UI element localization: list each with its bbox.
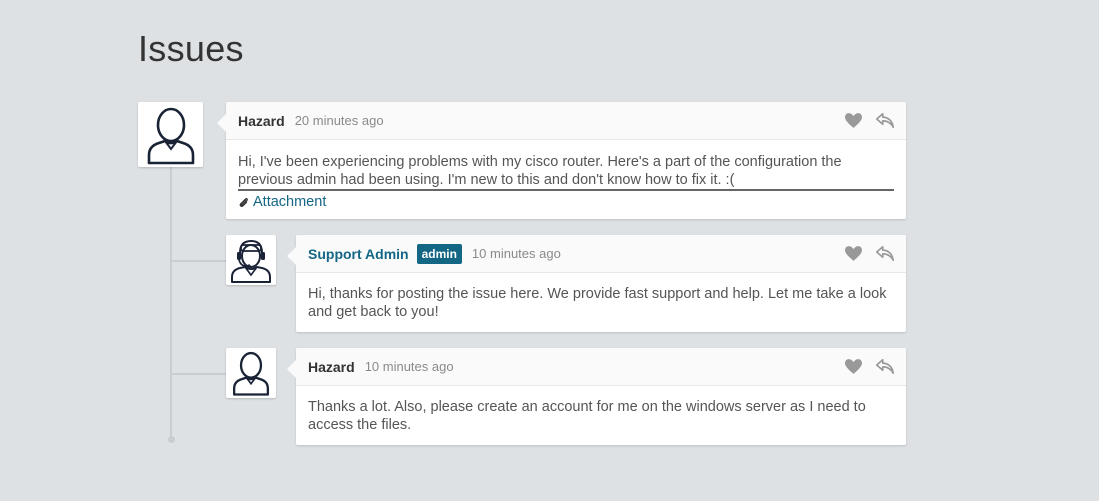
comment-card: Hazard 20 minutes ago Hi, I've been expe… [217,102,906,221]
user-icon [147,107,194,164]
comment-body: Hi, I've been experiencing problems with… [226,140,906,221]
thread-line [170,166,172,438]
comment-time: 10 minutes ago [364,359,454,374]
comment-text: Hi, thanks for posting the issue here. W… [308,286,887,320]
comment-text: Thanks a lot. Also, please create an acc… [308,399,866,433]
thread-end-dot [168,436,175,443]
like-button[interactable] [845,359,862,374]
comment-body: Hi, thanks for posting the issue here. W… [296,273,906,331]
comment-author[interactable]: Support Admin [308,246,409,262]
reply-button[interactable] [876,246,894,261]
avatar[interactable] [226,348,276,398]
comment-header: Support Admin admin 10 minutes ago [296,235,906,273]
avatar[interactable] [138,102,203,167]
admin-badge: admin [416,243,462,264]
like-button[interactable] [845,246,862,261]
comment-header: Hazard 10 minutes ago [296,348,906,386]
comment-author[interactable]: Hazard [308,359,355,375]
avatar[interactable] [226,235,276,285]
reply-icon [876,246,894,261]
comment-actions [845,359,894,374]
comment-time: 20 minutes ago [294,113,384,128]
comment-card: Support Admin admin 10 minutes ago Hi, t… [287,235,906,332]
heart-icon [845,113,862,128]
comment-header: Hazard 20 minutes ago [226,102,906,140]
like-button[interactable] [845,113,862,128]
paperclip-icon [238,197,249,208]
reply-icon [876,359,894,374]
reply-button[interactable] [876,113,894,128]
attachment-link[interactable]: Attachment [238,193,894,211]
comment-author[interactable]: Hazard [238,113,285,129]
comment-body: Thanks a lot. Also, please create an acc… [296,386,906,444]
reply-button[interactable] [876,359,894,374]
user-icon [232,351,270,396]
comment-time: 10 minutes ago [471,246,561,261]
comment-actions [845,113,894,128]
thread-branch [171,373,227,375]
attachment-label: Attachment [253,194,327,210]
comment-card: Hazard 10 minutes ago Thanks a lot. Also… [287,348,906,445]
comment-actions [845,246,894,261]
heart-icon [845,359,862,374]
reply-icon [876,113,894,128]
page-title: Issues [138,28,244,69]
thread-branch [171,260,227,262]
support-agent-icon [231,239,271,283]
heart-icon [845,246,862,261]
comment-text: Hi, I've been experiencing problems with… [238,153,894,191]
